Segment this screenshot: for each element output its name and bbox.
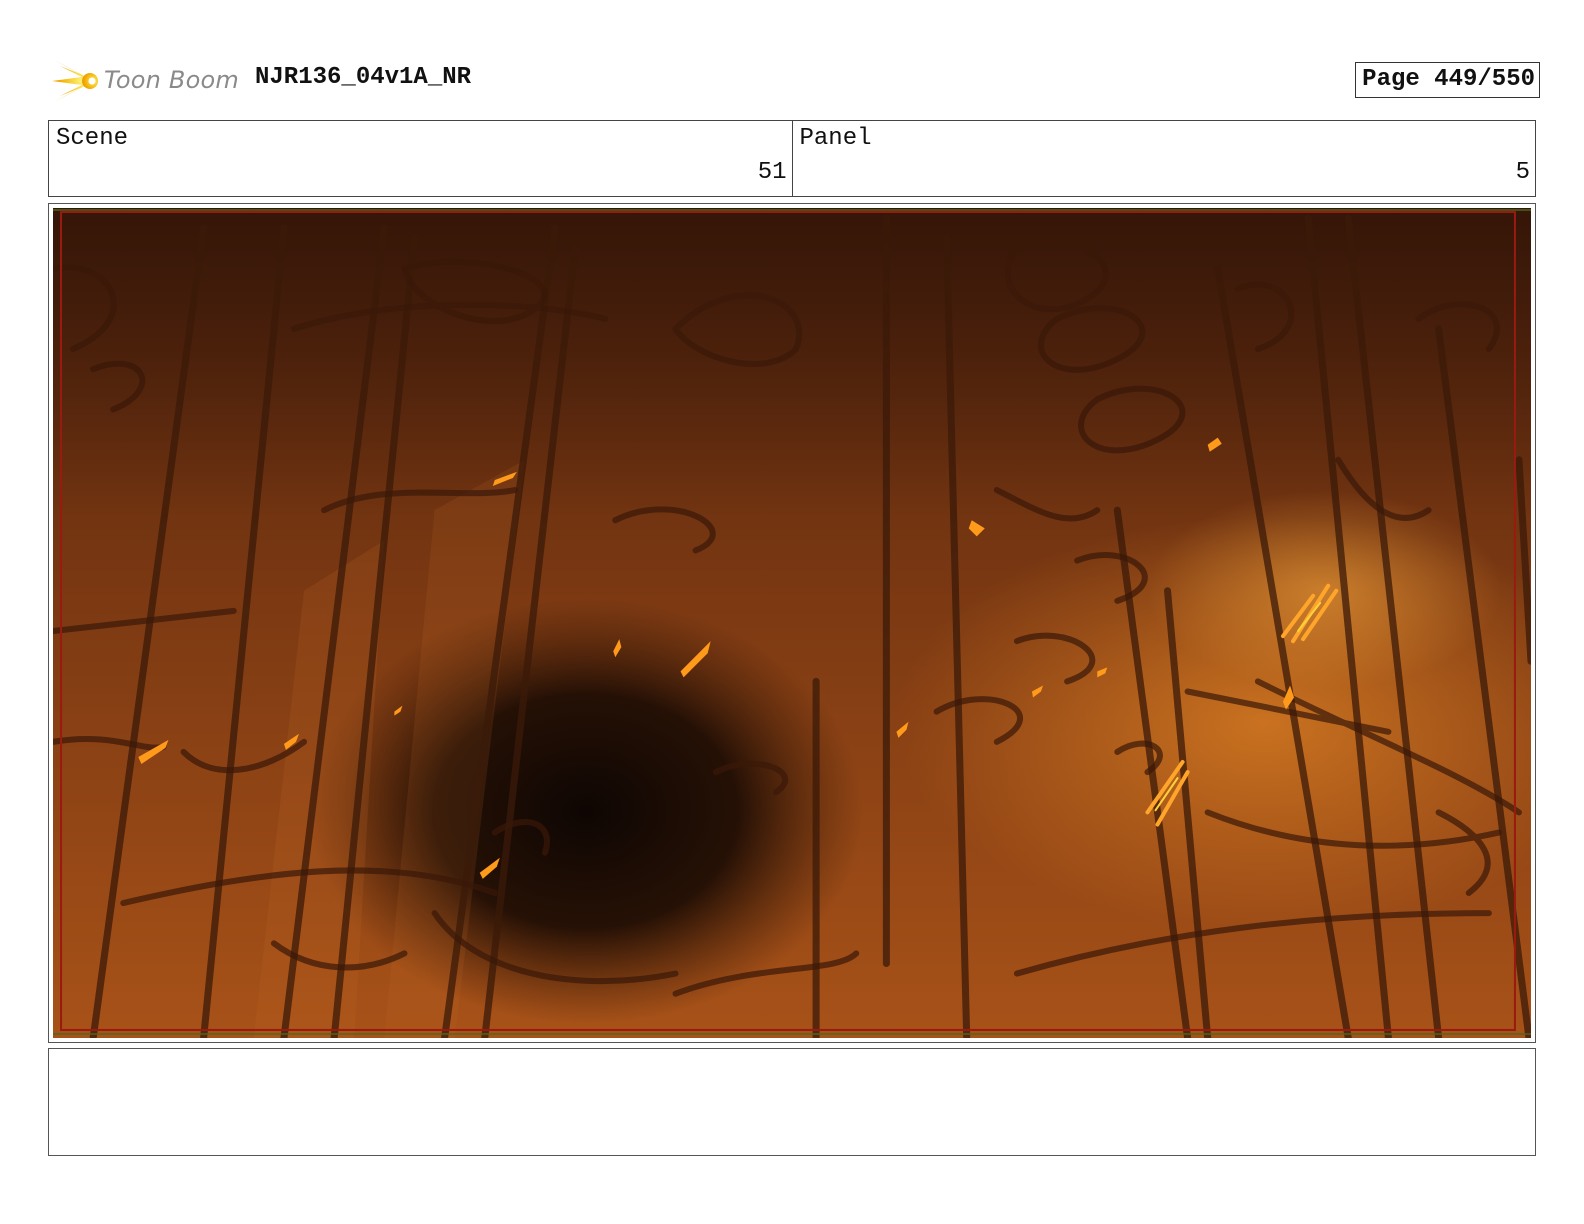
toon-boom-logo: Toon Boom	[50, 56, 240, 106]
panel-label: Panel	[799, 125, 872, 152]
notes-area[interactable]	[48, 1048, 1536, 1156]
header: Toon Boom NJR136_04v1A_NR Page 449/550	[50, 56, 1540, 106]
scene-number: 51	[757, 159, 787, 186]
page-indicator: Page 449/550	[1355, 62, 1540, 98]
scene-cell: Scene 51	[49, 121, 792, 196]
document-title: NJR136_04v1A_NR	[255, 64, 472, 91]
panel-cell: Panel 5	[791, 121, 1536, 196]
panel-number: 5	[1515, 159, 1530, 186]
artwork-illustration	[53, 208, 1531, 1038]
scene-label: Scene	[56, 125, 129, 152]
storyboard-artwork	[53, 208, 1531, 1038]
scene-panel-info: Scene 51 Panel 5	[48, 120, 1536, 197]
storyboard-panel-frame	[48, 203, 1536, 1043]
logo-wordmark: Toon Boom	[104, 66, 239, 94]
starburst-icon	[52, 60, 98, 102]
